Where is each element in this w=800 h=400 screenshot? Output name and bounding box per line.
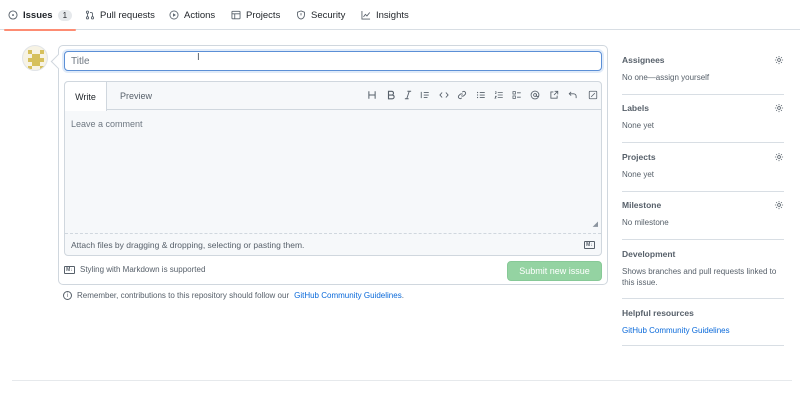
reference-icon[interactable] xyxy=(548,89,560,101)
community-guidelines-link[interactable]: GitHub Community Guidelines xyxy=(294,291,402,300)
tab-security-label: Security xyxy=(311,9,346,21)
submit-new-issue-button[interactable]: Submit new issue xyxy=(507,261,602,281)
tab-pull-requests-label: Pull requests xyxy=(100,9,155,21)
tab-projects[interactable]: Projects xyxy=(231,0,280,30)
markdown-note-text: Styling with Markdown is supported xyxy=(80,265,206,274)
comment-editor: Write Preview ◢ Attach files by dragging… xyxy=(64,81,602,256)
gear-icon[interactable] xyxy=(774,103,784,113)
title-input[interactable] xyxy=(64,51,602,71)
avatar[interactable] xyxy=(22,45,48,71)
sidebar-helpful-resources: Helpful resources GitHub Community Guide… xyxy=(622,308,784,346)
tab-issues[interactable]: Issues 1 xyxy=(3,0,77,31)
projects-value: None yet xyxy=(622,170,655,179)
tab-actions-label: Actions xyxy=(184,9,216,21)
new-issue-form: Write Preview ◢ Attach files by dragging… xyxy=(58,45,608,285)
info-icon: i xyxy=(63,291,72,300)
shield-icon xyxy=(297,10,305,20)
comment-box xyxy=(65,111,601,234)
markdown-icon: M↓ xyxy=(584,240,595,249)
tab-projects-label: Projects xyxy=(246,9,281,21)
composer-footer: M↓ Styling with Markdown is supported Su… xyxy=(64,261,602,281)
labels-value: None yet xyxy=(622,121,655,130)
comment-textarea[interactable] xyxy=(65,111,601,234)
tab-pull-requests[interactable]: Pull requests xyxy=(85,0,155,30)
resize-handle-icon[interactable]: ◢ xyxy=(593,220,598,228)
unordered-list-icon[interactable] xyxy=(475,89,487,101)
projects-heading[interactable]: Projects xyxy=(622,152,656,162)
tab-issues-label: Issues xyxy=(23,9,53,21)
attach-files-bar[interactable]: Attach files by dragging & dropping, sel… xyxy=(65,233,601,255)
tab-insights-label: Insights xyxy=(376,9,409,21)
labels-heading[interactable]: Labels xyxy=(622,103,649,113)
repo-nav: Issues 1 Pull requests Actions Projects … xyxy=(0,0,800,31)
gear-icon[interactable] xyxy=(774,152,784,162)
sidebar-milestone: Milestone No milestone xyxy=(622,200,784,240)
play-icon xyxy=(169,10,179,20)
git-pull-request-icon xyxy=(85,10,95,20)
ordered-list-icon[interactable] xyxy=(493,89,505,101)
undo-icon[interactable] xyxy=(567,89,579,101)
development-heading: Development xyxy=(622,249,676,259)
bold-icon[interactable] xyxy=(385,89,397,101)
sidebar-projects: Projects None yet xyxy=(622,152,784,192)
graph-icon xyxy=(361,10,371,20)
markdown-note[interactable]: M↓ Styling with Markdown is supported xyxy=(64,265,205,274)
markdown-icon: M↓ xyxy=(64,265,75,274)
helpful-resources-heading: Helpful resources xyxy=(622,308,694,318)
code-icon[interactable] xyxy=(438,89,450,101)
link-icon[interactable] xyxy=(456,89,468,101)
footer-divider xyxy=(12,380,792,381)
attach-files-text: Attach files by dragging & dropping, sel… xyxy=(71,239,305,250)
sidebar-development: Development Shows branches and pull requ… xyxy=(622,249,784,299)
milestone-heading[interactable]: Milestone xyxy=(622,200,661,210)
contribution-note-text: Remember, contributions to this reposito… xyxy=(77,291,290,300)
identicon-icon xyxy=(28,50,44,69)
sidebar-labels: Labels None yet xyxy=(622,103,784,143)
table-icon xyxy=(231,10,241,20)
text-cursor-icon: I xyxy=(197,52,200,63)
issue-opened-icon xyxy=(8,10,18,20)
italic-icon[interactable] xyxy=(402,89,414,101)
contribution-note-suffix: . xyxy=(401,291,404,300)
milestone-value: No milestone xyxy=(622,218,669,227)
tab-actions[interactable]: Actions xyxy=(169,0,215,30)
gear-icon[interactable] xyxy=(774,55,784,65)
task-list-icon[interactable] xyxy=(511,89,523,101)
tab-insights[interactable]: Insights xyxy=(361,0,409,30)
mention-icon[interactable] xyxy=(529,89,541,101)
heading-icon[interactable] xyxy=(366,89,378,101)
gear-icon[interactable] xyxy=(774,200,784,210)
helpful-guidelines-link[interactable]: GitHub Community Guidelines xyxy=(622,325,784,336)
quote-icon[interactable] xyxy=(419,89,431,101)
sidebar-assignees: Assignees No one—assign yourself xyxy=(622,55,784,95)
assignees-heading[interactable]: Assignees xyxy=(622,55,665,65)
development-value: Shows branches and pull requests linked … xyxy=(622,267,777,287)
fullscreen-icon[interactable] xyxy=(587,89,599,101)
tab-write[interactable]: Write xyxy=(65,82,107,111)
tab-preview[interactable]: Preview xyxy=(110,82,162,110)
tab-security[interactable]: Security xyxy=(296,0,345,30)
contribution-note: i Remember, contributions to this reposi… xyxy=(63,291,404,300)
editor-tabs: Write Preview xyxy=(65,82,601,111)
issues-count-badge: 1 xyxy=(57,9,73,21)
assignees-value[interactable]: No one—assign yourself xyxy=(622,72,784,83)
